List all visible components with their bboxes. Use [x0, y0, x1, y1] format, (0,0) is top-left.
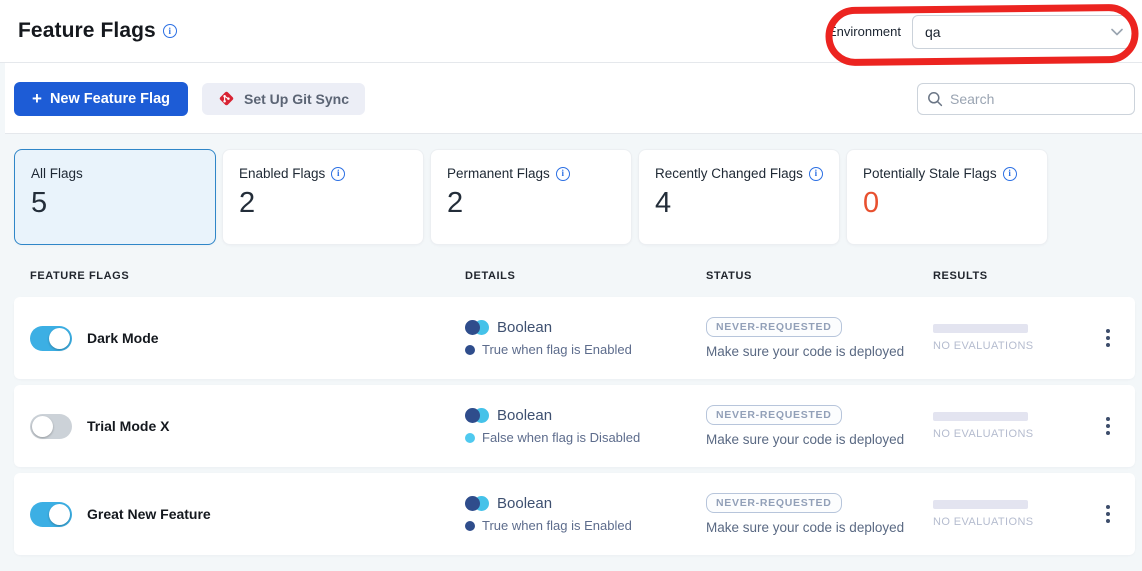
boolean-type-icon — [465, 320, 489, 335]
flag-type: Boolean — [497, 407, 552, 424]
status-text: Make sure your code is deployed — [706, 432, 904, 447]
git-sync-button[interactable]: Set Up Git Sync — [202, 83, 365, 115]
toggle-knob — [32, 416, 53, 437]
stat-value: 5 — [31, 189, 199, 218]
status-text: Make sure your code is deployed — [706, 520, 904, 535]
column-header-results: RESULTS — [933, 270, 1080, 282]
chevron-down-icon — [1111, 28, 1123, 36]
git-icon — [218, 90, 235, 107]
info-icon[interactable]: i — [809, 167, 823, 181]
stat-label: All Flags — [31, 166, 83, 181]
flag-row-trial-mode-x: Trial Mode X Boolean False when flag is … — [14, 385, 1135, 467]
page-title-text: Feature Flags — [18, 19, 156, 43]
info-icon[interactable]: i — [163, 24, 177, 38]
stat-card-enabled-flags[interactable]: Enabled Flags i 2 — [222, 149, 424, 245]
stat-label: Potentially Stale Flags — [863, 166, 997, 181]
stat-cards: All Flags i 5 Enabled Flags i 2 Permanen… — [14, 149, 1135, 245]
stat-card-recently-changed-flags[interactable]: Recently Changed Flags i 4 — [638, 149, 840, 245]
feature-flags-page: Feature Flags i Environment qa + New Fea… — [0, 0, 1142, 571]
flag-row-dark-mode: Dark Mode Boolean True when flag is Enab… — [14, 297, 1135, 379]
flag-name[interactable]: Trial Mode X — [87, 418, 169, 434]
environment-select[interactable]: qa — [912, 15, 1134, 49]
flag-toggle[interactable] — [30, 414, 72, 439]
flag-rule: False when flag is Disabled — [482, 430, 640, 445]
stat-label: Enabled Flags — [239, 166, 325, 181]
flag-rows: Dark Mode Boolean True when flag is Enab… — [14, 297, 1135, 555]
flag-toggle[interactable] — [30, 326, 72, 351]
flag-name[interactable]: Dark Mode — [87, 330, 159, 346]
toggle-knob — [49, 504, 70, 525]
rule-dot-icon — [465, 345, 475, 355]
table-header: FEATURE FLAGS DETAILS STATUS RESULTS — [14, 245, 1135, 297]
toggle-knob — [49, 328, 70, 349]
new-feature-flag-button[interactable]: + New Feature Flag — [14, 82, 188, 116]
page-title: Feature Flags i — [18, 19, 177, 43]
more-options-icon[interactable] — [1096, 323, 1120, 353]
column-header-details: DETAILS — [465, 270, 692, 282]
flag-rule: True when flag is Enabled — [482, 518, 632, 533]
stat-value: 0 — [863, 189, 1031, 218]
info-icon[interactable]: i — [556, 167, 570, 181]
evaluation-bar-placeholder — [933, 324, 1028, 333]
flag-toggle[interactable] — [30, 502, 72, 527]
status-badge: NEVER-REQUESTED — [706, 317, 842, 337]
stat-label: Recently Changed Flags — [655, 166, 803, 181]
column-header-feature-flags: FEATURE FLAGS — [30, 270, 465, 282]
environment-value: qa — [925, 24, 1111, 40]
boolean-type-icon — [465, 496, 489, 511]
flag-row-great-new-feature: Great New Feature Boolean True when flag… — [14, 473, 1135, 555]
stat-label: Permanent Flags — [447, 166, 550, 181]
git-sync-label: Set Up Git Sync — [244, 91, 349, 107]
new-feature-flag-label: New Feature Flag — [50, 91, 170, 107]
toolbar: + New Feature Flag Set Up Git Sync — [5, 64, 1142, 134]
evaluation-bar-placeholder — [933, 412, 1028, 421]
status-text: Make sure your code is deployed — [706, 344, 904, 359]
environment-control: Environment qa — [828, 0, 1134, 63]
stat-card-permanent-flags[interactable]: Permanent Flags i 2 — [430, 149, 632, 245]
boolean-type-icon — [465, 408, 489, 423]
info-icon[interactable]: i — [1003, 167, 1017, 181]
evaluation-text: NO EVALUATIONS — [933, 340, 1080, 352]
stat-card-all-flags[interactable]: All Flags i 5 — [14, 149, 216, 245]
stat-value: 2 — [447, 189, 615, 218]
search-icon — [927, 91, 943, 107]
rule-dot-icon — [465, 433, 475, 443]
evaluation-text: NO EVALUATIONS — [933, 428, 1080, 440]
stat-card-potentially-stale-flags[interactable]: Potentially Stale Flags i 0 — [846, 149, 1048, 245]
status-badge: NEVER-REQUESTED — [706, 493, 842, 513]
search-input[interactable] — [917, 83, 1135, 115]
title-bar: Feature Flags i Environment qa — [0, 0, 1142, 63]
flag-type: Boolean — [497, 319, 552, 336]
plus-icon: + — [32, 90, 42, 107]
environment-label: Environment — [828, 24, 901, 39]
column-header-status: STATUS — [706, 270, 930, 282]
status-badge: NEVER-REQUESTED — [706, 405, 842, 425]
evaluation-bar-placeholder — [933, 500, 1028, 509]
stat-value: 4 — [655, 189, 823, 218]
flag-rule: True when flag is Enabled — [482, 342, 632, 357]
evaluation-text: NO EVALUATIONS — [933, 516, 1080, 528]
more-options-icon[interactable] — [1096, 499, 1120, 529]
more-options-icon[interactable] — [1096, 411, 1120, 441]
stat-value: 2 — [239, 189, 407, 218]
rule-dot-icon — [465, 521, 475, 531]
main-content: All Flags i 5 Enabled Flags i 2 Permanen… — [0, 134, 1142, 571]
flag-name[interactable]: Great New Feature — [87, 506, 211, 522]
flag-type: Boolean — [497, 495, 552, 512]
search-box — [917, 83, 1135, 115]
info-icon[interactable]: i — [331, 167, 345, 181]
